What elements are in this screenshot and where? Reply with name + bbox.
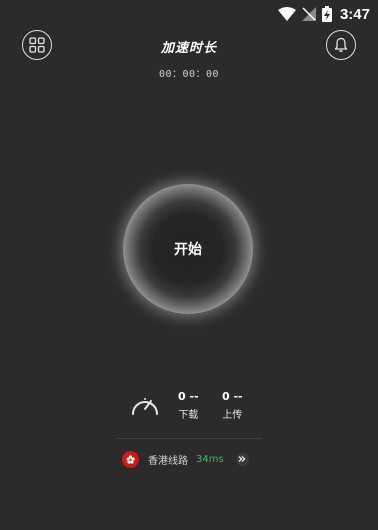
page-title: 加速时长 — [160, 41, 217, 56]
speedometer-icon — [132, 398, 158, 415]
no-signal-icon — [301, 7, 316, 21]
speed-stats: 0 -- 下载 0 -- 上传 — [130, 390, 270, 424]
status-bar: 3:47 — [0, 0, 378, 28]
upload-stat: 0 -- 上传 — [222, 390, 243, 421]
status-icons: 3:47 — [277, 4, 370, 24]
start-button[interactable]: 开始 — [123, 184, 253, 314]
double-chevron-right-icon — [238, 456, 246, 462]
divider — [117, 438, 262, 439]
session-timer: 00：00：00 — [158, 69, 220, 80]
upload-label: 上传 — [222, 410, 243, 421]
upload-value: 0 -- — [222, 390, 243, 403]
status-time: 3:47 — [339, 5, 370, 23]
bell-icon — [334, 37, 348, 52]
start-label: 开始 — [174, 242, 202, 258]
wifi-icon — [277, 7, 296, 21]
notifications-button[interactable] — [326, 30, 356, 60]
battery-charging-icon — [321, 6, 332, 22]
hong-kong-flag-icon — [122, 450, 139, 468]
route-selector[interactable]: 香港线路 34ms — [122, 450, 249, 468]
route-more-button[interactable] — [235, 452, 249, 466]
download-stat: 0 -- 下载 — [178, 390, 199, 421]
download-label: 下载 — [178, 410, 199, 421]
latency-value: 34ms — [196, 453, 224, 465]
route-name: 香港线路 — [148, 455, 188, 467]
download-value: 0 -- — [178, 390, 199, 403]
